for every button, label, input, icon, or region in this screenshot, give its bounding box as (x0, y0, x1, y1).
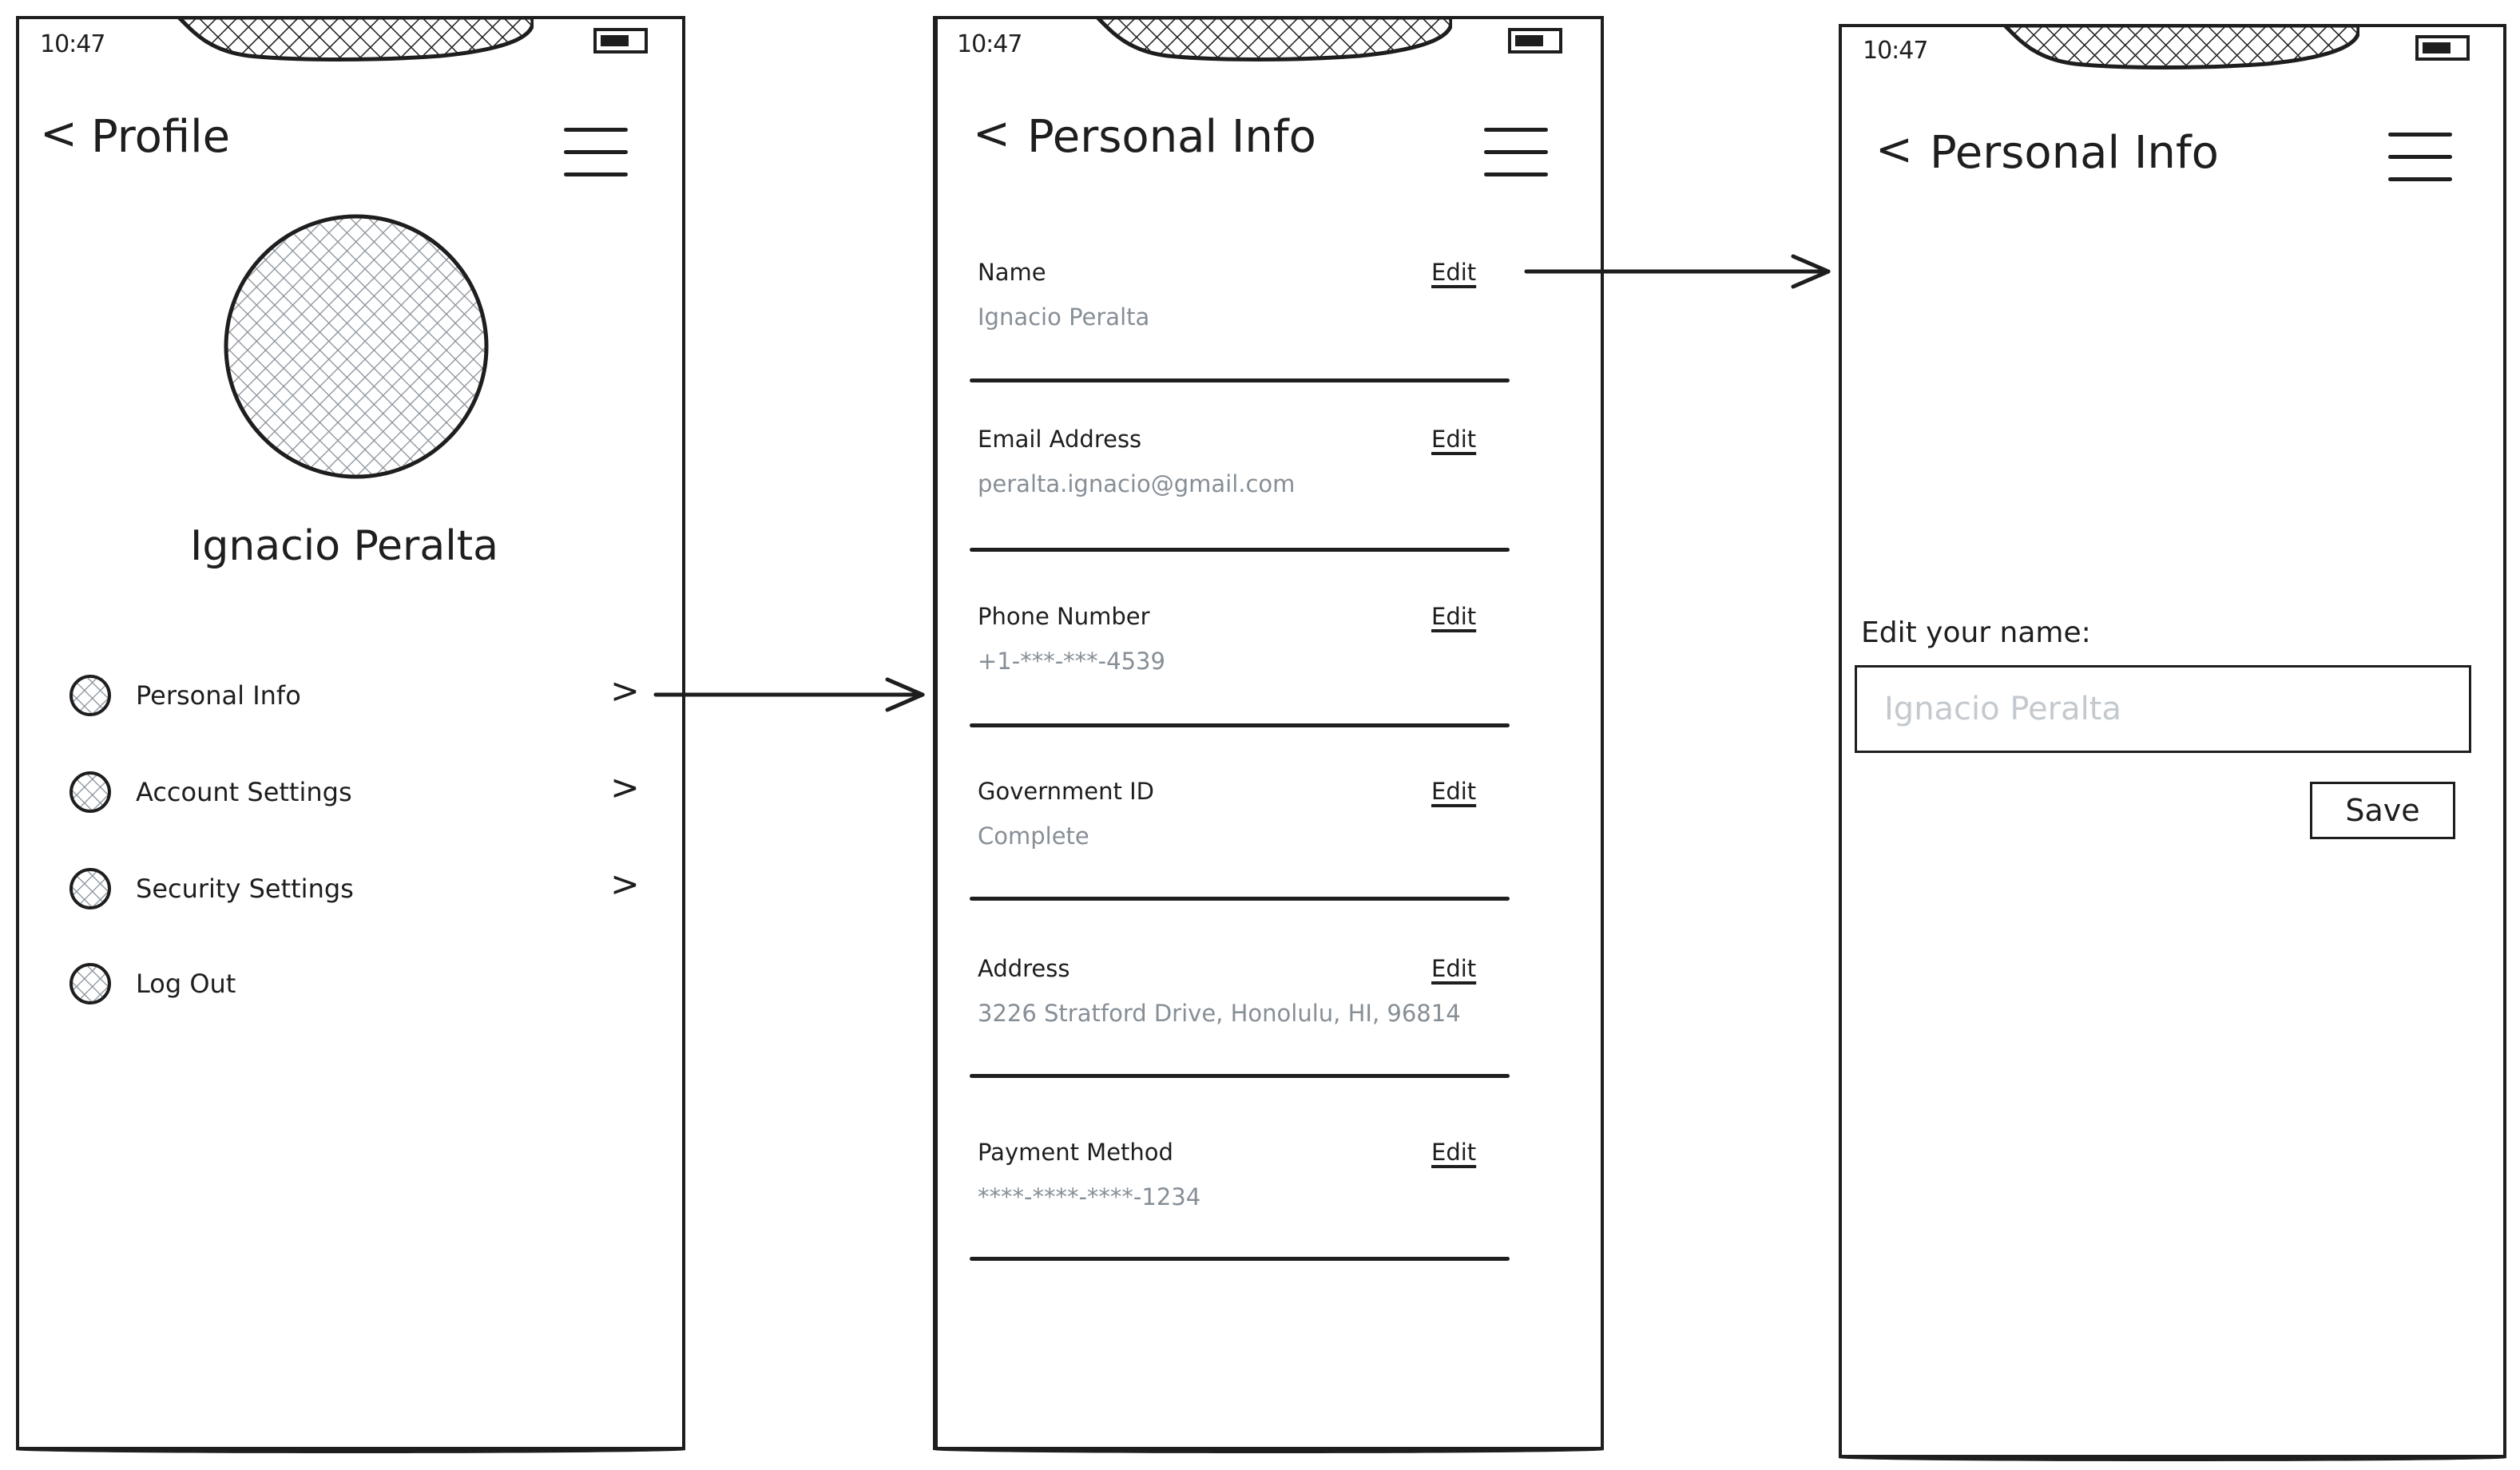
battery-icon (593, 28, 648, 53)
avatar (224, 214, 489, 479)
page-title: Personal Info (1930, 127, 2219, 179)
frame-bottom (1839, 1455, 2506, 1461)
divider (970, 548, 1510, 552)
menu-item-label: Security Settings (136, 874, 354, 904)
flow-arrow-to-edit-name (1524, 254, 1831, 289)
edit-name-label: Edit your name: (1861, 616, 2091, 649)
menu-item-account-settings[interactable]: Account Settings > (69, 769, 660, 817)
back-button[interactable]: < (1875, 128, 1913, 172)
page-title: Personal Info (1027, 111, 1316, 163)
battery-fill (1515, 35, 1543, 46)
save-button[interactable]: Save (2310, 782, 2455, 839)
profile-screen: 10:47 < Profile Ignacio Peralta Personal… (16, 16, 685, 1453)
menu-item-label: Account Settings (136, 777, 352, 807)
hatched-circle-icon (69, 868, 111, 909)
notch (177, 16, 534, 61)
chevron-right-icon: > (610, 671, 640, 711)
profile-user-name: Ignacio Peralta (190, 522, 498, 570)
field-label: Email Address (978, 426, 1142, 453)
frame-bottom (935, 1447, 1604, 1453)
battery-fill (2423, 42, 2451, 53)
battery-icon (1508, 28, 1562, 53)
field-label: Payment Method (978, 1139, 1173, 1166)
hatched-circle-icon (69, 675, 111, 716)
notch (2003, 24, 2359, 69)
field-value: 3226 Stratford Drive, Honolulu, HI, 9681… (978, 1000, 1461, 1027)
chevron-right-icon: > (610, 767, 640, 808)
edit-payment-method-button[interactable]: Edit (1431, 1139, 1476, 1166)
edit-address-button[interactable]: Edit (1431, 955, 1476, 982)
field-label: Name (978, 259, 1046, 286)
divider (970, 723, 1510, 727)
menu-item-security-settings[interactable]: Security Settings > (69, 866, 660, 913)
hatched-circle-icon (69, 963, 111, 1004)
chevron-right-icon: > (610, 864, 640, 905)
field-label: Address (978, 955, 1070, 982)
menu-item-log-out[interactable]: Log Out (69, 961, 660, 1008)
battery-fill (601, 35, 629, 46)
divider (970, 1074, 1510, 1078)
back-button[interactable]: < (973, 112, 1010, 157)
status-time: 10:47 (1863, 37, 1928, 65)
field-value: +1-***-***-4539 (978, 648, 1165, 675)
field-value: Ignacio Peralta (978, 303, 1150, 331)
menu-item-personal-info[interactable]: Personal Info > (69, 672, 660, 720)
status-time: 10:47 (957, 30, 1022, 58)
edit-phone-button[interactable]: Edit (1431, 603, 1476, 630)
name-input[interactable] (1855, 665, 2471, 753)
page-title: Profile (91, 111, 231, 163)
status-time: 10:47 (40, 30, 105, 58)
field-label: Phone Number (978, 603, 1150, 630)
back-button[interactable]: < (40, 112, 77, 157)
hamburger-menu-icon[interactable] (564, 128, 628, 177)
edit-name-screen: 10:47 < Personal Info Edit your name: Sa… (1839, 24, 2506, 1461)
divider (970, 1257, 1510, 1261)
hamburger-menu-icon[interactable] (1484, 128, 1548, 177)
hatched-circle-icon (69, 771, 111, 813)
menu-item-label: Personal Info (136, 680, 301, 711)
hamburger-menu-icon[interactable] (2388, 133, 2452, 182)
edit-email-button[interactable]: Edit (1431, 426, 1476, 453)
divider (970, 897, 1510, 901)
menu-item-label: Log Out (136, 969, 236, 999)
edit-name-button[interactable]: Edit (1431, 259, 1476, 286)
field-value: ****-****-****-1234 (978, 1183, 1201, 1210)
field-value: Complete (978, 822, 1089, 850)
divider (970, 378, 1510, 382)
field-label: Government ID (978, 778, 1154, 805)
notch (1096, 16, 1452, 61)
field-value: peralta.ignacio@gmail.com (978, 470, 1296, 497)
edit-government-id-button[interactable]: Edit (1431, 778, 1476, 805)
personal-info-screen: 10:47 < Personal Info Name Ignacio Peral… (933, 16, 1604, 1453)
flow-arrow-to-personal-info (653, 677, 925, 712)
battery-icon (2415, 35, 2470, 61)
frame-bottom (16, 1447, 685, 1453)
